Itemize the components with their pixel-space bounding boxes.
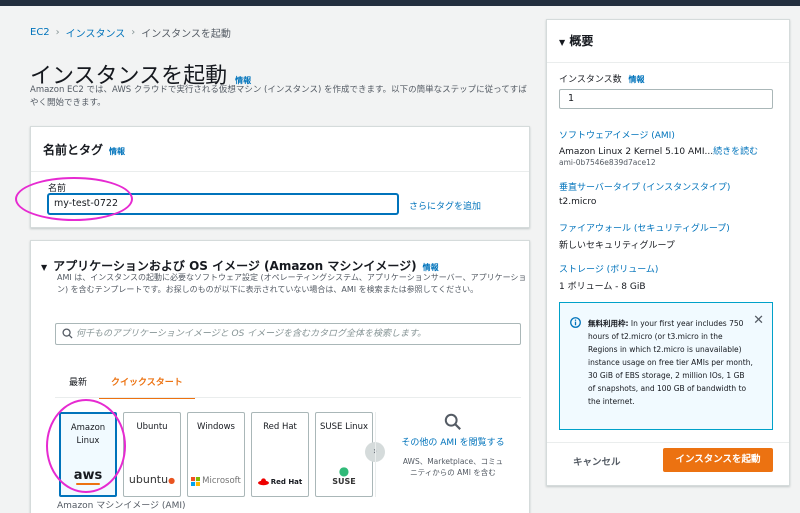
divider <box>55 397 521 398</box>
ami-footer-label: Amazon マシンイメージ (AMI) <box>57 501 186 511</box>
ami-panel: ▼ アプリケーションおよび OS イメージ (Amazon マシンイメージ) 情… <box>30 240 530 513</box>
close-icon[interactable]: ✕ <box>753 313 764 328</box>
breadcrumb-current: インスタンスを起動 <box>141 29 231 40</box>
divider <box>547 62 789 63</box>
os-card-label: Red Hat <box>263 422 297 432</box>
name-tags-info-link[interactable]: 情報 <box>109 146 125 157</box>
ami-search-input[interactable]: 何千ものアプリケーションイメージと OS イメージを含むカタログ全体を検索します… <box>55 323 521 345</box>
software-image-value: Amazon Linux 2 Kernel 5.10 AMI...続きを読む <box>559 147 759 157</box>
cancel-button[interactable]: キャンセル <box>569 452 625 470</box>
firewall-value: 新しいセキュリティグループ <box>559 241 675 251</box>
top-bar <box>0 0 800 6</box>
launch-instance-button[interactable]: インスタンスを起動 <box>663 448 773 472</box>
os-card-label: Amazon Linux <box>70 423 106 446</box>
caret-down-icon: ▼ <box>559 38 566 47</box>
firewall-link[interactable]: ファイアウォール (セキュリティグループ) <box>559 221 730 234</box>
os-card-amazon-linux[interactable]: Amazon Linux aws <box>59 412 117 497</box>
ami-search-placeholder: 何千ものアプリケーションイメージと OS イメージを含むカタログ全体を検索します… <box>76 329 427 339</box>
os-card-label: Ubuntu <box>136 422 168 432</box>
breadcrumb-instances[interactable]: インスタンス <box>66 25 126 40</box>
instance-type-value: t2.micro <box>559 197 597 207</box>
divider <box>375 412 376 497</box>
os-card-suse[interactable]: SUSE Linux ● SUSE <box>315 412 373 497</box>
add-tags-link[interactable]: さらにタグを追加 <box>409 199 481 212</box>
chevron-right-icon: › <box>131 27 136 38</box>
name-input[interactable]: my-test-0722 <box>48 194 398 214</box>
instance-type-link[interactable]: 垂直サーバータイプ (インスタンスタイプ) <box>559 180 730 193</box>
os-card-ubuntu[interactable]: Ubuntu ubuntu● <box>123 412 181 497</box>
aws-logo-icon: aws <box>73 468 103 485</box>
breadcrumb: EC2 › インスタンス › インスタンスを起動 <box>30 25 231 40</box>
divider <box>547 442 789 443</box>
chevron-right-icon: › <box>55 27 60 38</box>
divider <box>31 171 529 172</box>
name-tags-title: 名前とタグ <box>43 143 104 157</box>
instance-count-label: インスタンス数 情報 <box>559 75 645 85</box>
storage-link[interactable]: ストレージ (ボリューム) <box>559 262 658 275</box>
os-card-redhat[interactable]: Red Hat Red Hat <box>251 412 309 497</box>
name-tags-header: 名前とタグ 情報 <box>43 141 125 158</box>
ubuntu-logo-icon: ubuntu● <box>128 473 176 486</box>
os-card-windows[interactable]: Windows Microsoft <box>187 412 245 497</box>
free-tier-text: 無料利用枠: In your first year includes 750 h… <box>588 319 753 406</box>
os-card-label: SUSE Linux <box>320 422 368 432</box>
search-icon <box>62 328 73 339</box>
redhat-logo-icon: Red Hat <box>252 478 308 486</box>
summary-panel: ▼ 概要 インスタンス数 情報 1 ソフトウェアイメージ (AMI) Amazo… <box>546 19 790 486</box>
summary-title: 概要 <box>569 34 594 48</box>
info-icon <box>570 317 581 328</box>
os-card-label: Windows <box>197 422 235 432</box>
page-description: Amazon EC2 では、AWS クラウドで実行される仮想マシン (インスタン… <box>30 85 527 108</box>
caret-down-icon: ▼ <box>41 263 48 272</box>
tab-recent[interactable]: 最新 <box>57 369 99 399</box>
ami-description: AMI は、インスタンスの起動に必要なソフトウェア設定 (オペレーティングシステ… <box>57 273 527 294</box>
browse-more-ami[interactable]: その他の AMI を閲覧する AWS、Marketplace、コミュニティからの… <box>401 413 505 478</box>
suse-logo-icon: ● SUSE <box>332 464 356 486</box>
name-field-label: 名前 <box>48 184 67 194</box>
storage-value: 1 ボリューム - 8 GiB <box>559 282 646 292</box>
read-more-link[interactable]: 続きを読む <box>713 147 758 157</box>
tab-quickstart[interactable]: クイックスタート <box>99 369 195 399</box>
microsoft-logo-icon: Microsoft <box>188 476 244 486</box>
name-tags-panel: 名前とタグ 情報 名前 my-test-0722 さらにタグを追加 <box>15 126 530 228</box>
software-image-link[interactable]: ソフトウェアイメージ (AMI) <box>559 128 675 141</box>
ami-tabs: 最新 クイックスタート <box>57 369 195 399</box>
ami-id: ami-0b7546e839d7ace12 <box>559 158 656 167</box>
breadcrumb-ec2[interactable]: EC2 <box>30 27 50 38</box>
browse-more-ami-link[interactable]: その他の AMI を閲覧する <box>401 437 505 450</box>
summary-header[interactable]: ▼ 概要 <box>559 32 593 49</box>
instance-count-input[interactable]: 1 <box>559 89 773 109</box>
free-tier-notice: 無料利用枠: In your first year includes 750 h… <box>559 302 773 430</box>
browse-more-ami-sub: AWS、Marketplace、コミュニティからの AMI を含む <box>402 457 504 477</box>
instance-count-info-link[interactable]: 情報 <box>629 75 645 84</box>
search-icon <box>444 413 461 430</box>
